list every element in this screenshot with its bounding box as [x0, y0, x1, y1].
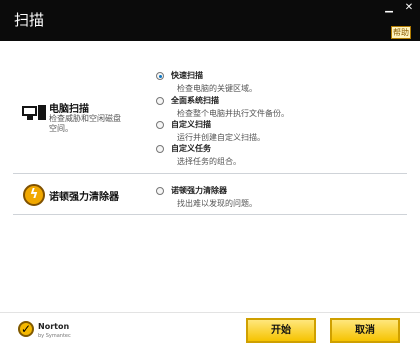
- computer-scan-section: 电脑扫描 检查威胁和空闲磁盘空间。 快速扫描 检查电脑的关键区域。 全面系统扫描…: [13, 60, 407, 170]
- full-system-scan-radio[interactable]: [156, 97, 164, 105]
- window-title: 扫描: [14, 11, 45, 29]
- start-button[interactable]: 开始: [246, 318, 316, 343]
- norton-checkmark-icon: ✓: [18, 321, 34, 337]
- monitor-icon: [22, 106, 37, 116]
- custom-task-radio[interactable]: [156, 145, 164, 153]
- full-system-scan-label[interactable]: 全面系统扫描: [171, 95, 219, 106]
- norton-brand-subtitle: by Symantec: [38, 333, 71, 339]
- custom-scan-description: 运行并创建自定义扫描。: [177, 133, 265, 142]
- computer-scan-title: 电脑扫描: [49, 104, 89, 115]
- quick-scan-description: 检查电脑的关键区域。: [177, 84, 257, 93]
- close-button[interactable]: ✕: [402, 3, 416, 13]
- custom-task-label[interactable]: 自定义任务: [171, 143, 211, 154]
- scan-window: 扫描 ▁ ✕ 帮助 电脑扫描 检查威胁和空闲磁盘空间。 快速扫描 检查电脑的关键…: [0, 0, 420, 356]
- computer-icon: [22, 105, 48, 123]
- full-system-scan-description: 检查整个电脑并执行文件备份。: [177, 109, 289, 118]
- help-link[interactable]: 帮助: [391, 26, 411, 39]
- power-eraser-icon: ϟ: [23, 184, 45, 206]
- custom-task-description: 选择任务的组合。: [177, 157, 241, 166]
- custom-scan-label[interactable]: 自定义扫描: [171, 119, 211, 130]
- cancel-button[interactable]: 取消: [330, 318, 400, 343]
- custom-scan-radio[interactable]: [156, 121, 164, 129]
- footer-divider: [0, 312, 420, 313]
- section-divider: [13, 173, 407, 174]
- power-eraser-label[interactable]: 诺顿强力清除器: [171, 185, 227, 196]
- quick-scan-radio[interactable]: [156, 72, 164, 80]
- power-eraser-radio[interactable]: [156, 187, 164, 195]
- norton-brand-name: Norton: [38, 322, 70, 331]
- monitor-stand-icon: [27, 116, 33, 120]
- pc-tower-icon: [38, 105, 46, 120]
- minimize-button[interactable]: ▁: [382, 3, 396, 13]
- norton-logo: ✓ Norton by Symantec: [18, 320, 78, 346]
- power-eraser-description: 找出难以发现的问题。: [177, 199, 257, 208]
- title-bar: 扫描 ▁ ✕: [0, 0, 420, 41]
- computer-scan-description: 检查威胁和空闲磁盘空间。: [49, 114, 121, 133]
- quick-scan-label[interactable]: 快速扫描: [171, 70, 203, 81]
- power-eraser-title: 诺顿强力清除器: [49, 192, 119, 203]
- norton-power-eraser-section: ϟ 诺顿强力清除器 诺顿强力清除器 找出难以发现的问题。: [13, 176, 407, 212]
- section-divider: [13, 214, 407, 215]
